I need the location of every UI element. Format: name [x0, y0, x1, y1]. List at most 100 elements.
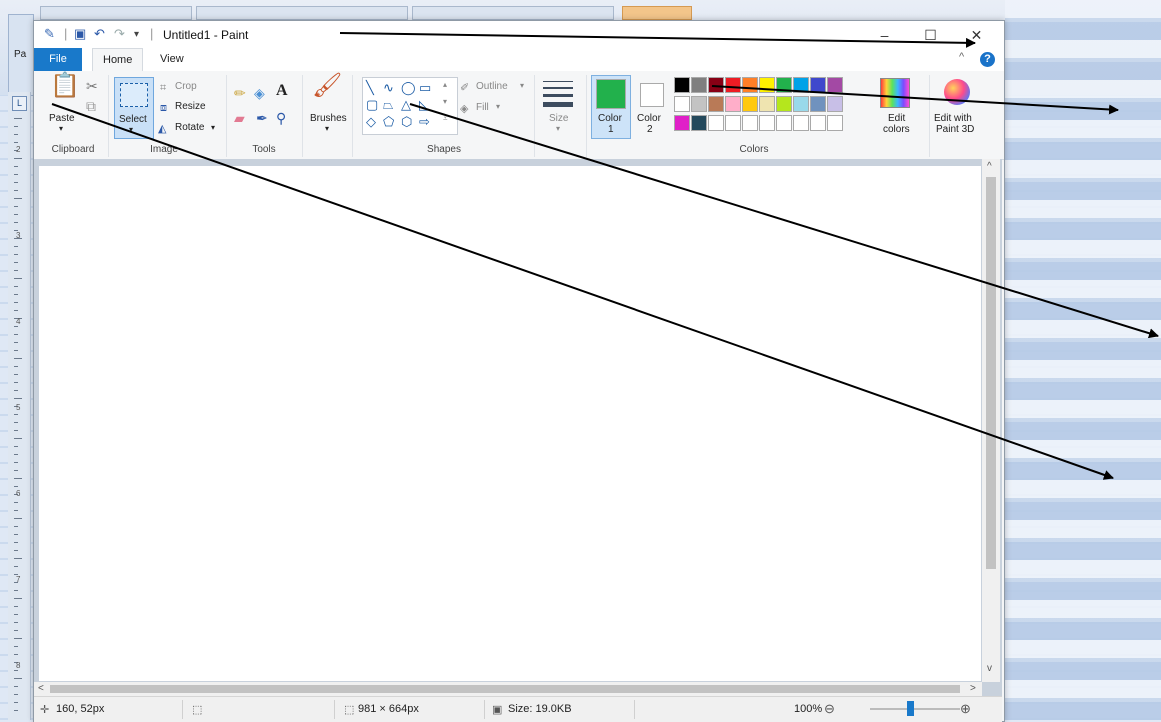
- palette-swatch[interactable]: [691, 115, 707, 131]
- palette-swatch[interactable]: [810, 96, 826, 112]
- paste-dropdown-icon[interactable]: ▾: [59, 124, 63, 133]
- curve-shape-icon[interactable]: ∿: [383, 80, 394, 96]
- color-picker-icon[interactable]: ✒: [256, 111, 268, 125]
- scroll-up-icon[interactable]: ^: [987, 161, 992, 172]
- palette-swatch[interactable]: [674, 96, 690, 112]
- edit-colors-line1[interactable]: Edit: [888, 113, 905, 124]
- eraser-icon[interactable]: ▰: [234, 111, 245, 125]
- brushes-dropdown-icon[interactable]: ▾: [325, 124, 329, 133]
- scroll-left-icon[interactable]: <: [38, 683, 44, 694]
- select-button[interactable]: Select ▾: [114, 77, 154, 139]
- palette-swatch[interactable]: [691, 77, 707, 93]
- select-dropdown-icon[interactable]: ▾: [129, 125, 133, 134]
- palette-swatch[interactable]: [725, 77, 741, 93]
- shapes-scroll-up-icon[interactable]: ▴: [443, 80, 447, 89]
- vertical-scrollbar[interactable]: ^ v: [982, 159, 1000, 682]
- undo-icon[interactable]: ↶: [94, 26, 105, 42]
- hexagon-shape-icon[interactable]: ⬡: [401, 114, 412, 130]
- edit-paint3d-line2[interactable]: Paint 3D: [936, 124, 974, 135]
- outline-dropdown-icon[interactable]: ▾: [520, 81, 524, 90]
- zoom-in-icon[interactable]: ⊕: [960, 701, 971, 717]
- line-shape-icon[interactable]: ╲: [366, 80, 374, 96]
- palette-swatch[interactable]: [793, 115, 809, 131]
- horizontal-scroll-thumb[interactable]: [50, 685, 960, 693]
- zoom-out-icon[interactable]: ⊖: [824, 701, 835, 717]
- size-dropdown-icon[interactable]: ▾: [556, 124, 560, 133]
- paint-app-icon[interactable]: ✎: [44, 26, 55, 42]
- tab-view[interactable]: View: [150, 48, 194, 71]
- drawing-canvas[interactable]: [39, 166, 981, 681]
- right-triangle-icon[interactable]: ◺: [419, 97, 429, 113]
- palette-swatch[interactable]: [691, 96, 707, 112]
- edit-colors-line2[interactable]: colors: [883, 124, 910, 135]
- edit-paint3d-line1[interactable]: Edit with: [934, 113, 972, 124]
- palette-swatch[interactable]: [793, 77, 809, 93]
- shapes-gallery[interactable]: ╲ ∿ ◯ ▭ ▢ ⏢ △ ◺ ◇ ⬠ ⬡ ⇨ ▴ ▾ ⩡: [362, 77, 458, 135]
- collapse-ribbon-icon[interactable]: ^: [959, 51, 964, 63]
- shapes-expand-icon[interactable]: ⩡: [443, 114, 448, 124]
- palette-swatch[interactable]: [742, 77, 758, 93]
- resize-button[interactable]: Resize: [175, 101, 206, 112]
- maximize-button[interactable]: ☐: [908, 23, 953, 47]
- ruler-tick: [14, 206, 18, 207]
- scroll-right-icon[interactable]: >: [970, 683, 976, 694]
- palette-swatch[interactable]: [674, 115, 690, 131]
- palette-swatch[interactable]: [759, 115, 775, 131]
- cut-icon[interactable]: ✂: [86, 79, 98, 93]
- palette-swatch[interactable]: [810, 77, 826, 93]
- minimize-button[interactable]: –: [862, 23, 907, 47]
- palette-swatch[interactable]: [776, 96, 792, 112]
- palette-swatch[interactable]: [827, 96, 843, 112]
- rotate-button[interactable]: Rotate: [175, 122, 204, 133]
- fill-dropdown-icon[interactable]: ▾: [496, 102, 500, 111]
- oval-shape-icon[interactable]: ◯: [401, 80, 416, 96]
- ruler-tab-selector[interactable]: L: [12, 96, 27, 111]
- palette-swatch[interactable]: [725, 115, 741, 131]
- tab-file[interactable]: File: [34, 48, 82, 71]
- palette-swatch[interactable]: [708, 96, 724, 112]
- redo-icon[interactable]: ↷: [114, 26, 125, 42]
- save-icon[interactable]: ▣: [74, 26, 86, 42]
- rounded-rectangle-icon[interactable]: ▢: [366, 97, 378, 113]
- vertical-scroll-thumb[interactable]: [986, 177, 996, 569]
- palette-swatch[interactable]: [674, 77, 690, 93]
- palette-swatch[interactable]: [776, 77, 792, 93]
- tab-home[interactable]: Home: [92, 48, 144, 71]
- customize-toolbar-icon[interactable]: ▾: [134, 29, 139, 40]
- outline-button[interactable]: Outline: [476, 81, 508, 92]
- canvas-size-icon: ⬚: [344, 704, 355, 716]
- fill-bucket-icon[interactable]: ◈: [254, 86, 265, 100]
- palette-swatch[interactable]: [725, 96, 741, 112]
- pencil-icon[interactable]: ✏: [234, 86, 246, 100]
- palette-swatch[interactable]: [810, 115, 826, 131]
- palette-swatch[interactable]: [708, 115, 724, 131]
- palette-swatch[interactable]: [759, 77, 775, 93]
- rotate-dropdown-icon[interactable]: ▾: [211, 123, 215, 132]
- palette-swatch[interactable]: [827, 77, 843, 93]
- help-icon[interactable]: ?: [980, 52, 995, 67]
- zoom-slider-thumb[interactable]: [907, 701, 914, 716]
- close-button[interactable]: ✕: [954, 23, 999, 47]
- palette-swatch[interactable]: [793, 96, 809, 112]
- horizontal-scrollbar[interactable]: < >: [34, 682, 982, 696]
- rectangle-shape-icon[interactable]: ▭: [419, 80, 431, 96]
- palette-swatch[interactable]: [708, 77, 724, 93]
- palette-swatch[interactable]: [742, 96, 758, 112]
- arrow-shape-icon[interactable]: ⇨: [419, 114, 430, 130]
- zoom-slider[interactable]: [870, 708, 960, 710]
- scroll-down-icon[interactable]: v: [987, 663, 992, 674]
- palette-swatch[interactable]: [759, 96, 775, 112]
- palette-swatch[interactable]: [776, 115, 792, 131]
- crop-button[interactable]: Crop: [175, 81, 197, 92]
- fill-button[interactable]: Fill: [476, 102, 489, 113]
- diamond-shape-icon[interactable]: ◇: [366, 114, 376, 130]
- text-icon[interactable]: A: [276, 83, 288, 99]
- palette-swatch[interactable]: [742, 115, 758, 131]
- triangle-shape-icon[interactable]: △: [401, 97, 411, 113]
- magnifier-icon[interactable]: ⚲: [276, 111, 286, 125]
- copy-icon[interactable]: ⧉: [86, 99, 96, 113]
- polygon-shape-icon[interactable]: ⏢: [383, 97, 393, 113]
- palette-swatch[interactable]: [827, 115, 843, 131]
- shapes-scroll-down-icon[interactable]: ▾: [443, 97, 447, 106]
- pentagon-shape-icon[interactable]: ⬠: [383, 114, 394, 130]
